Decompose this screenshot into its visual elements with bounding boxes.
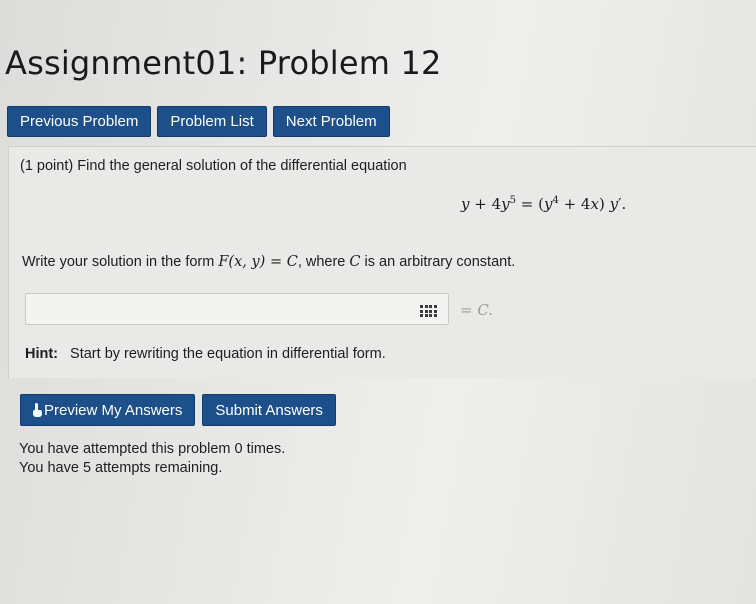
page-title: Assignment01: Problem 12 xyxy=(5,44,442,82)
problem-intro-text: Find the general solution of the differe… xyxy=(77,158,407,174)
problem-nav: Previous Problem Problem List Next Probl… xyxy=(7,106,390,137)
next-problem-button[interactable]: Next Problem xyxy=(272,106,390,137)
hint-label: Hint: xyxy=(25,346,59,362)
problem-intro: (1 point) Find the general solution of t… xyxy=(20,158,407,174)
preview-answers-label: Preview My Answers xyxy=(44,401,183,419)
problem-instruction: Write your solution in the form F(x, y) … xyxy=(22,254,515,270)
differential-equation: y + 4y5 = (y4 + 4x) y′. xyxy=(461,195,627,213)
hand-cursor-icon xyxy=(33,403,42,417)
instruction-suffix: is an arbitrary constant. xyxy=(364,254,516,270)
equation-editor-icon[interactable] xyxy=(420,305,437,317)
answer-actions: Preview My Answers Submit Answers xyxy=(20,394,336,426)
answer-input[interactable] xyxy=(25,293,449,325)
attempts-made: You have attempted this problem 0 times. xyxy=(19,441,286,457)
problem-points: (1 point) xyxy=(20,158,74,174)
instruction-var: C xyxy=(349,254,361,270)
preview-answers-button[interactable]: Preview My Answers xyxy=(20,394,196,426)
answer-suffix: = C. xyxy=(460,301,494,319)
instruction-form: F(x, y) = C xyxy=(218,254,298,270)
problem-panel: (1 point) Find the general solution of t… xyxy=(8,146,756,378)
hint: Hint: Start by rewriting the equation in… xyxy=(25,346,386,362)
submit-answers-button[interactable]: Submit Answers xyxy=(202,394,336,426)
attempts-remaining: You have 5 attempts remaining. xyxy=(19,460,223,476)
previous-problem-button[interactable]: Previous Problem xyxy=(7,106,152,137)
problem-list-button[interactable]: Problem List xyxy=(157,106,267,137)
attempt-status: You have attempted this problem 0 times.… xyxy=(19,440,285,478)
instruction-prefix: Write your solution in the form xyxy=(22,254,215,270)
hint-text: Start by rewriting the equation in diffe… xyxy=(70,346,386,362)
instruction-middle: , where xyxy=(297,254,346,270)
